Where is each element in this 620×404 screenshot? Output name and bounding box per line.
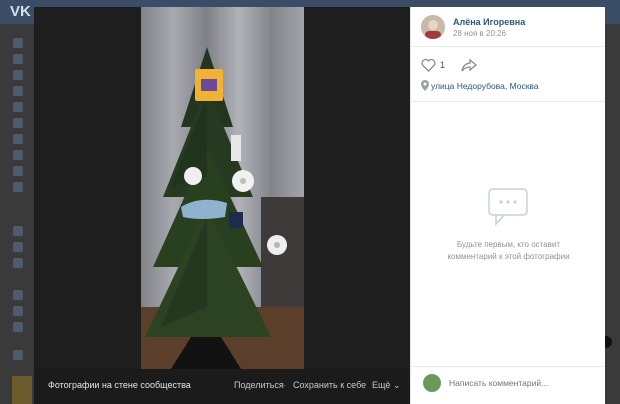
settings-icon[interactable]	[13, 350, 23, 360]
comments-icon	[488, 188, 528, 226]
divider	[411, 366, 605, 367]
photo-viewer: Фотографии на стене сообщества Поделитьс…	[34, 7, 605, 404]
music-icon[interactable]	[13, 134, 23, 144]
stickers-icon[interactable]	[13, 182, 23, 192]
avatar-image	[421, 15, 445, 39]
more-label: Ещё	[372, 380, 391, 390]
comment-input[interactable]	[449, 375, 599, 391]
files-icon[interactable]	[13, 306, 23, 316]
save-to-self-link[interactable]: Сохранить к себе	[293, 380, 366, 390]
messages-icon[interactable]	[13, 70, 23, 80]
post-date[interactable]: 28 ноя в 20:26	[453, 29, 506, 38]
videos-icon[interactable]	[13, 150, 23, 160]
games-icon[interactable]	[13, 166, 23, 176]
apps-icon[interactable]	[13, 242, 23, 252]
photos-icon[interactable]	[13, 118, 23, 128]
news-icon[interactable]	[13, 54, 23, 64]
author-avatar[interactable]	[421, 15, 445, 39]
divider	[411, 101, 605, 102]
photo-info-panel: Алёна Игоревна 28 ноя в 20:26 1 улица Не…	[410, 7, 605, 404]
services-icon[interactable]	[13, 226, 23, 236]
background-thumbnail	[12, 376, 32, 404]
like-count: 1	[440, 60, 446, 70]
christmas-tree-photo[interactable]	[141, 7, 304, 369]
share-link[interactable]: Поделиться	[234, 380, 284, 390]
current-user-avatar	[423, 374, 441, 392]
photo-area	[34, 7, 410, 404]
bookmarks-icon[interactable]	[13, 290, 23, 300]
photo-bottom-bar: Фотографии на стене сообщества Поделитьс…	[34, 369, 410, 404]
empty-comments-text: Будьте первым, кто оставит комментарий к…	[447, 240, 570, 261]
heart-icon[interactable]	[421, 58, 436, 72]
album-source-link[interactable]: Фотографии на стене сообщества	[48, 380, 191, 390]
communities-icon[interactable]	[13, 102, 23, 112]
author-name-link[interactable]: Алёна Игоревна	[453, 17, 525, 27]
friends-icon[interactable]	[13, 86, 23, 96]
location-link[interactable]: улица Недорубова, Москва	[431, 81, 539, 91]
separator-dot: ·	[362, 380, 365, 390]
location-pin-icon	[421, 80, 429, 91]
vk-logo[interactable]: VK	[10, 3, 31, 20]
separator-dot: ·	[283, 380, 286, 390]
home-icon[interactable]	[13, 38, 23, 48]
ads-icon[interactable]	[13, 322, 23, 332]
market-icon[interactable]	[13, 258, 23, 268]
more-menu-link[interactable]: Ещё ⌄	[372, 380, 400, 391]
divider	[411, 46, 605, 47]
share-arrow-icon[interactable]	[461, 58, 477, 72]
chevron-down-icon: ⌄	[392, 380, 401, 390]
